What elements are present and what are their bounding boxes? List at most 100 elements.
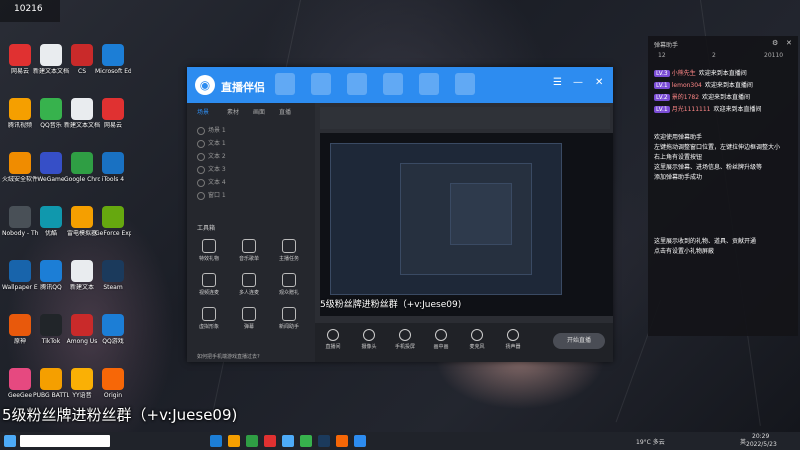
start-menu-icon[interactable] bbox=[4, 435, 16, 447]
eye-icon[interactable] bbox=[197, 165, 205, 174]
desktop-icon[interactable]: iTools 4 bbox=[95, 152, 131, 183]
gift-notice-line: 点击有设置小礼物屏蔽 bbox=[654, 248, 715, 255]
app-icon bbox=[102, 260, 124, 282]
clock-time[interactable]: 20:29 bbox=[752, 433, 769, 440]
gift-notice-line: 这里展示收到的礼物、道具、贡献开通 bbox=[654, 238, 757, 245]
desktop-icon[interactable]: QQ游戏 bbox=[95, 314, 131, 345]
desktop-icon[interactable]: 网易云 bbox=[95, 98, 131, 129]
app-icon bbox=[9, 368, 31, 390]
source-button[interactable]: 手机投屏 bbox=[391, 329, 419, 350]
sidebar-tab[interactable]: 画面 bbox=[253, 107, 265, 116]
chat-text: 欢迎来到本直播间 bbox=[698, 70, 747, 77]
tool-label: 虚拟形象 bbox=[198, 324, 219, 330]
eye-icon[interactable] bbox=[197, 178, 205, 187]
start-live-button[interactable]: 开始直播 bbox=[553, 333, 605, 349]
source-button[interactable]: 直播间 bbox=[319, 329, 347, 350]
app-icon bbox=[71, 44, 93, 66]
toolbox-item[interactable]: 虚拟形象 bbox=[191, 307, 227, 330]
toolbox-item[interactable]: 观众赠礼 bbox=[271, 273, 307, 296]
desktop-icon[interactable]: GeForce Experience bbox=[95, 206, 131, 237]
source-label: 画中画 bbox=[433, 344, 449, 350]
tool-label: 音乐歌单 bbox=[238, 256, 259, 262]
eye-icon[interactable] bbox=[197, 152, 205, 161]
minimize-icon[interactable]: — bbox=[573, 77, 583, 88]
taskbar-app-icon[interactable] bbox=[246, 435, 258, 447]
tool-icon bbox=[202, 273, 216, 287]
close-icon[interactable]: ✕ bbox=[595, 77, 603, 88]
source-button[interactable]: 画中画 bbox=[427, 329, 455, 350]
tool-icon bbox=[282, 307, 296, 321]
nav-mic-icon[interactable] bbox=[383, 73, 403, 95]
taskbar-app-icon[interactable] bbox=[264, 435, 276, 447]
source-label: 扬声器 bbox=[505, 344, 521, 350]
eye-icon[interactable] bbox=[197, 126, 205, 135]
source-button[interactable]: 扬声器 bbox=[499, 329, 527, 350]
app-icon bbox=[71, 314, 93, 336]
taskbar-app-icon[interactable] bbox=[318, 435, 330, 447]
sidebar-tab[interactable]: 场景 bbox=[197, 107, 209, 116]
taskbar-app-icon[interactable] bbox=[336, 435, 348, 447]
toolbox-item[interactable]: 新闻助手 bbox=[271, 307, 307, 330]
app-icon bbox=[9, 44, 31, 66]
live-streaming-app-window[interactable]: ◉ 直播伴侣 ☰ — ✕ 场景 素材 画面 直播 场景 1 文本 1 文本 2 文本 … bbox=[187, 67, 613, 362]
desktop-icon[interactable]: Origin bbox=[95, 368, 131, 399]
taskbar-app-icon[interactable] bbox=[354, 435, 366, 447]
app-icon bbox=[9, 206, 31, 228]
source-icon bbox=[435, 329, 447, 341]
stream-preview[interactable]: 5级粉丝牌进粉丝群（+v:Juese09) bbox=[320, 133, 613, 316]
taskbar-app-icon[interactable] bbox=[282, 435, 294, 447]
desktop-icon-label: iTools 4 bbox=[101, 176, 125, 183]
eye-icon[interactable] bbox=[197, 191, 205, 200]
source-icon bbox=[363, 329, 375, 341]
nav-music-icon[interactable] bbox=[419, 73, 439, 95]
toolbox-item[interactable]: 主播任务 bbox=[271, 239, 307, 262]
stream-counter: 10216 bbox=[0, 0, 60, 22]
chat-notice-line: 这里展示弹幕、进场信息、粉丝牌升级等 bbox=[654, 164, 763, 171]
scene-item[interactable]: 文本 4 bbox=[197, 177, 226, 187]
nav-chat-icon[interactable] bbox=[455, 73, 475, 95]
scene-item[interactable]: 场景 1 bbox=[197, 125, 226, 135]
nav-mobile-icon[interactable] bbox=[347, 73, 367, 95]
tool-label: 特效礼物 bbox=[198, 256, 219, 262]
source-button[interactable]: 摄像头 bbox=[355, 329, 383, 350]
taskbar-search-input[interactable] bbox=[20, 435, 110, 447]
menu-icon[interactable]: ☰ bbox=[553, 77, 562, 88]
tool-icon bbox=[282, 273, 296, 287]
eye-icon[interactable] bbox=[197, 139, 205, 148]
scene-item[interactable]: 文本 3 bbox=[197, 164, 226, 174]
chat-username[interactable]: 景的1782 bbox=[672, 94, 699, 101]
sidebar-tab[interactable]: 直播 bbox=[279, 107, 291, 116]
app-icon bbox=[102, 98, 124, 120]
settings-icon[interactable]: ⚙ bbox=[772, 39, 778, 47]
app-icon bbox=[9, 314, 31, 336]
taskbar-app-icon[interactable] bbox=[300, 435, 312, 447]
scene-item[interactable]: 文本 1 bbox=[197, 138, 226, 148]
toolbox-item[interactable]: 特效礼物 bbox=[191, 239, 227, 262]
tool-label: 弹幕 bbox=[243, 324, 254, 330]
toolbox-item[interactable]: 视频连麦 bbox=[191, 273, 227, 296]
chat-username[interactable]: lemon304 bbox=[672, 82, 702, 89]
sidebar-tab[interactable]: 素材 bbox=[227, 107, 239, 116]
taskbar-app-icon[interactable] bbox=[210, 435, 222, 447]
tool-label: 主播任务 bbox=[278, 256, 299, 262]
nav-camera-icon[interactable] bbox=[311, 73, 331, 95]
close-icon[interactable]: ✕ bbox=[786, 39, 792, 47]
help-tip[interactable]: 如何把手机端游戏直播过去? bbox=[197, 353, 260, 360]
chat-helper-panel[interactable]: 弹幕助手 ⚙ ✕ 12 2 20110 LV.3 小熊先生 欢迎来到本直播间 LV.1… bbox=[648, 36, 798, 336]
source-button[interactable]: 麦克风 bbox=[463, 329, 491, 350]
app-icon bbox=[71, 368, 93, 390]
chat-username[interactable]: 月光1111111 bbox=[672, 106, 711, 113]
scene-item[interactable]: 文本 2 bbox=[197, 151, 226, 161]
toolbox-item[interactable]: 多人连麦 bbox=[231, 273, 267, 296]
desktop-icon[interactable]: Microsoft Edge bbox=[95, 44, 131, 75]
app-icon bbox=[40, 260, 62, 282]
chat-username[interactable]: 小熊先生 bbox=[672, 70, 696, 77]
app-titlebar: ◉ 直播伴侣 ☰ — ✕ bbox=[187, 67, 613, 103]
nav-tv-icon[interactable] bbox=[275, 73, 295, 95]
toolbox-item[interactable]: 弹幕 bbox=[231, 307, 267, 330]
taskbar-app-icon[interactable] bbox=[228, 435, 240, 447]
clock-date[interactable]: 2022/5/23 bbox=[746, 441, 777, 448]
scene-item[interactable]: 窗口 1 bbox=[197, 190, 226, 200]
toolbox-item[interactable]: 音乐歌单 bbox=[231, 239, 267, 262]
desktop-icon[interactable]: Steam bbox=[95, 260, 131, 291]
